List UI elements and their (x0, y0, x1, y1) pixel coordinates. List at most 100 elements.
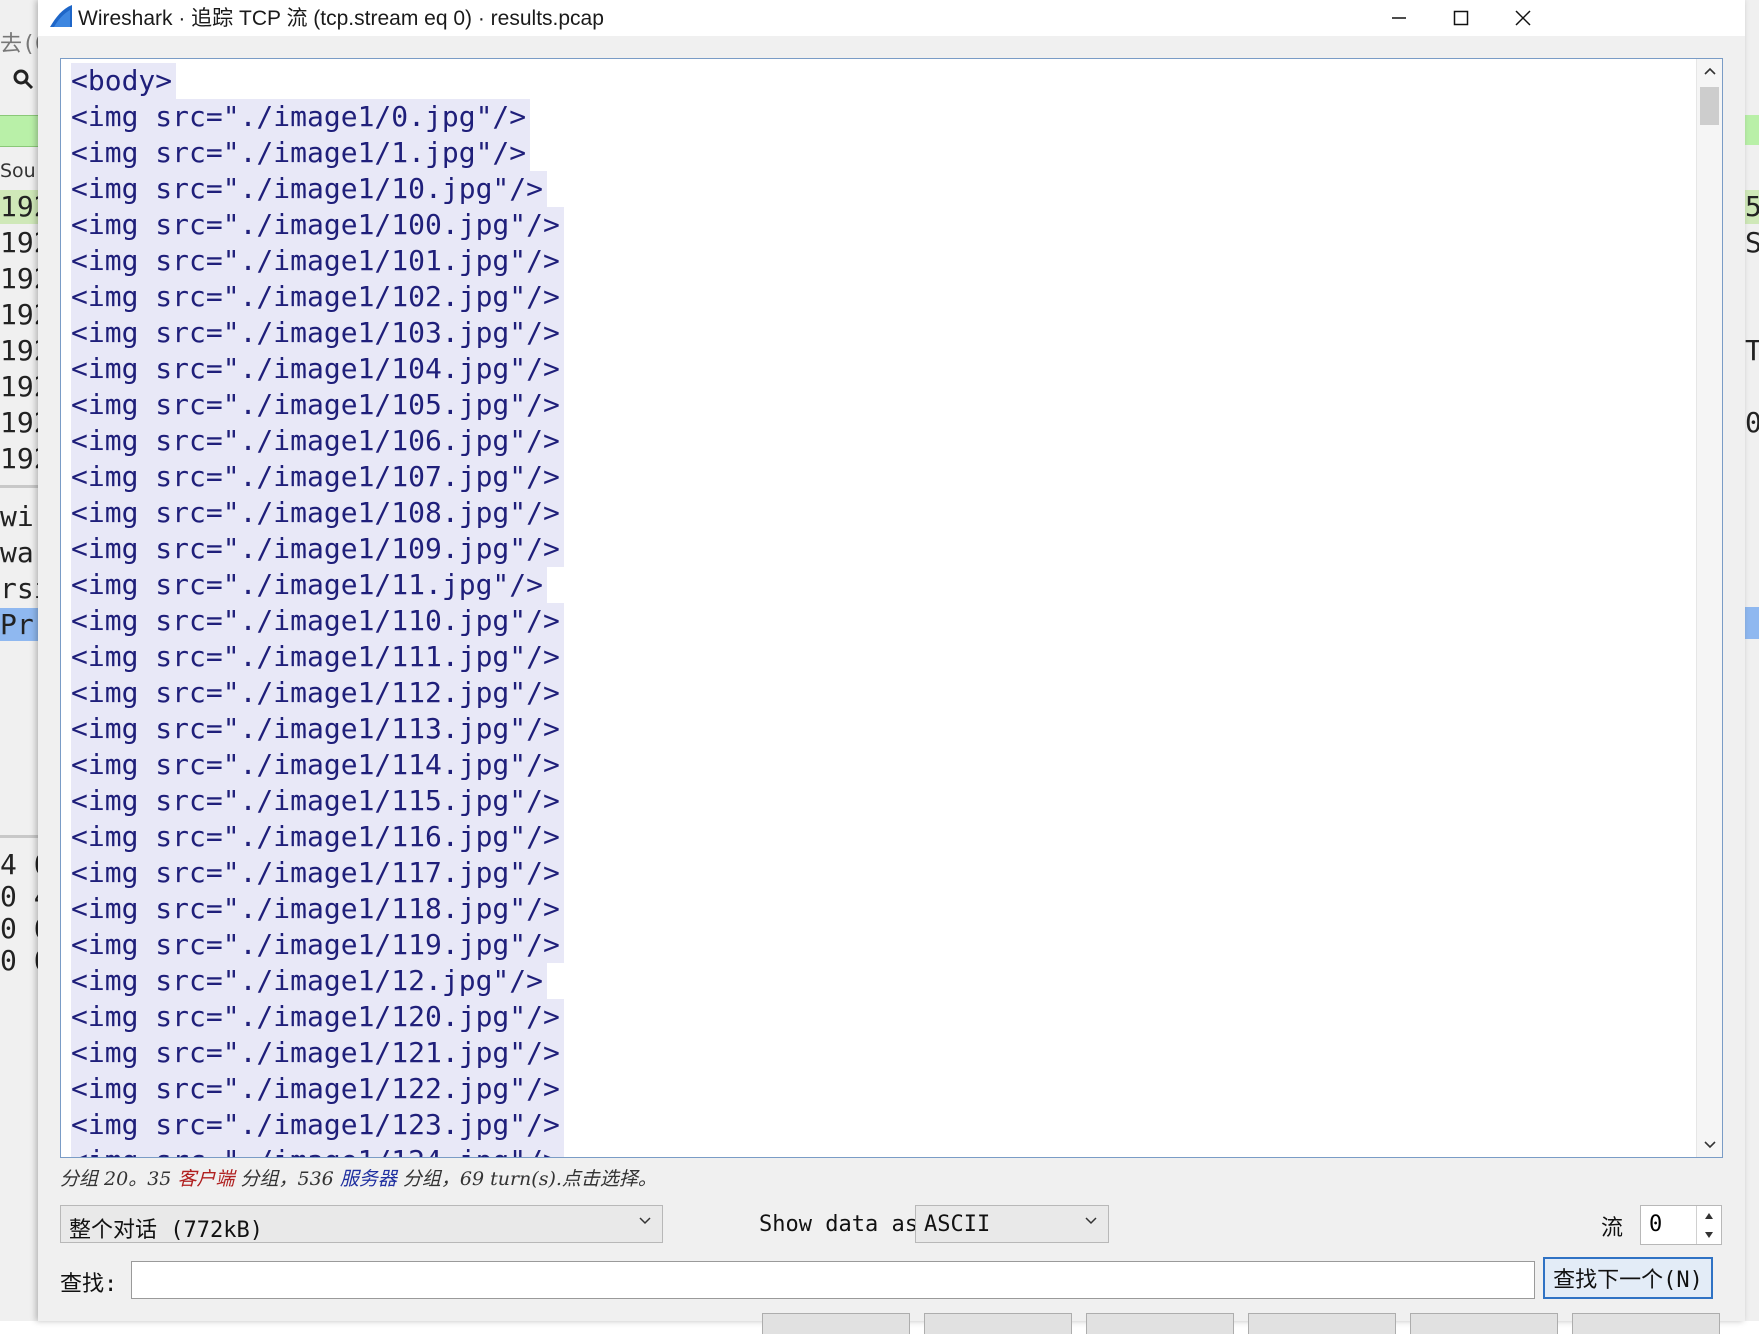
minimize-button[interactable] (1364, 0, 1434, 36)
stream-line[interactable]: <img src="./image1/106.jpg"/> (71, 423, 564, 459)
stream-line[interactable]: <img src="./image1/108.jpg"/> (71, 495, 564, 531)
stream-line[interactable]: <img src="./image1/116.jpg"/> (71, 819, 564, 855)
stream-line[interactable]: <img src="./image1/100.jpg"/> (71, 207, 564, 243)
find-label: 查找: (60, 1272, 118, 1297)
detail-tree-item[interactable]: war (0, 536, 38, 569)
find-input[interactable] (131, 1261, 1535, 1299)
stream-line[interactable]: <img src="./image1/124.jpg"/> (71, 1143, 564, 1157)
packet-row-edge: T (1745, 334, 1759, 368)
stream-line[interactable]: <img src="./image1/123.jpg"/> (71, 1107, 564, 1143)
hex-dump-line[interactable]: 0 6 (0, 912, 38, 945)
conversation-select-value: 整个对话 (772kB) (69, 1218, 263, 1243)
background-window-left: 去(G) Sou 192192192192192192192192 wiwarr… (0, 0, 38, 1321)
stream-line[interactable]: <body> (71, 63, 177, 99)
conversation-select[interactable]: 整个对话 (772kB) (60, 1205, 663, 1243)
stream-line[interactable]: <img src="./image1/104.jpg"/> (71, 351, 564, 387)
filter-bar[interactable] (0, 115, 38, 147)
stream-line[interactable]: <img src="./image1/102.jpg"/> (71, 279, 564, 315)
background-window-right: 5S T 0 (1745, 0, 1759, 1321)
bottom-button[interactable] (1572, 1313, 1720, 1334)
packet-row-edge (1745, 298, 1759, 332)
stream-line[interactable]: <img src="./image1/107.jpg"/> (71, 459, 564, 495)
pane-divider[interactable] (0, 835, 38, 838)
stream-line[interactable]: <img src="./image1/111.jpg"/> (71, 639, 564, 675)
spin-down-icon[interactable] (1697, 1225, 1721, 1244)
stream-line[interactable]: <img src="./image1/10.jpg"/> (71, 171, 548, 207)
title-bar[interactable]: Wireshark · 追踪 TCP 流 (tcp.stream eq 0) ·… (38, 0, 1745, 36)
packet-row-info: 5 (1745, 190, 1759, 223)
close-button[interactable] (1488, 0, 1558, 36)
packet-row[interactable]: 192 (0, 262, 38, 296)
column-header-source[interactable]: Sou (0, 160, 36, 182)
packet-row-edge: S (1745, 226, 1759, 260)
stream-line[interactable]: <img src="./image1/11.jpg"/> (71, 567, 548, 603)
stream-line[interactable]: <img src="./image1/114.jpg"/> (71, 747, 564, 783)
scroll-thumb[interactable] (1700, 87, 1719, 125)
scroll-down-icon[interactable] (1697, 1133, 1722, 1157)
packet-row[interactable]: 192 (0, 370, 38, 404)
stream-line[interactable]: <img src="./image1/115.jpg"/> (71, 783, 564, 819)
stream-status[interactable]: 分组 20。35 客户端 分组，536 服务器 分组，69 turn(s).点击… (60, 1164, 657, 1191)
packet-row-source: 192 (0, 370, 38, 403)
show-data-label: Show data as (759, 1212, 918, 1237)
detail-tree-item[interactable]: rsi (0, 572, 38, 605)
server-label[interactable]: 服务器 (340, 1168, 397, 1190)
spin-up-icon[interactable] (1697, 1206, 1721, 1225)
detail-tree-item[interactable]: wi (0, 500, 34, 533)
stream-line[interactable]: <img src="./image1/119.jpg"/> (71, 927, 564, 963)
stream-line[interactable]: <img src="./image1/120.jpg"/> (71, 999, 564, 1035)
hex-dump-line[interactable]: 0 4 (0, 880, 38, 913)
packet-row[interactable]: 192 (0, 298, 38, 332)
find-next-button[interactable]: 查找下一个(N) (1543, 1257, 1713, 1299)
stream-line[interactable]: <img src="./image1/105.jpg"/> (71, 387, 564, 423)
wireshark-fin-icon (48, 3, 74, 29)
packet-row[interactable]: 192 (0, 334, 38, 368)
scroll-up-icon[interactable] (1697, 59, 1722, 83)
hex-dump-line[interactable]: 0 0 (0, 944, 38, 977)
packet-row[interactable]: 192 (0, 442, 38, 476)
packet-row-info: 0 (1745, 406, 1759, 439)
packet-row-edge (1745, 442, 1759, 476)
bottom-button[interactable] (762, 1313, 910, 1334)
stream-line[interactable]: <img src="./image1/112.jpg"/> (71, 675, 564, 711)
packet-row-source: 192 (0, 226, 38, 259)
bottom-button[interactable] (1410, 1313, 1558, 1334)
detail-tree-item[interactable]: Pr (0, 608, 38, 641)
stream-text[interactable]: <body> <img src="./image1/0.jpg"/> <img sr… (71, 63, 564, 1157)
packet-row-info: T (1745, 334, 1759, 367)
packet-row[interactable]: 192 (0, 406, 38, 440)
vertical-scrollbar[interactable] (1696, 59, 1722, 1157)
hex-dump-line[interactable]: 4 0 (0, 848, 38, 881)
filter-bar-edge (1745, 115, 1759, 145)
stream-number-spinbox[interactable]: 0 (1640, 1205, 1722, 1245)
bottom-button[interactable] (1086, 1313, 1234, 1334)
stream-line[interactable]: <img src="./image1/122.jpg"/> (71, 1071, 564, 1107)
packet-row-source: 192 (0, 442, 38, 475)
maximize-button[interactable] (1426, 0, 1496, 36)
stream-line[interactable]: <img src="./image1/103.jpg"/> (71, 315, 564, 351)
stream-line[interactable]: <img src="./image1/1.jpg"/> (71, 135, 531, 171)
packet-row-source: 192 (0, 334, 38, 367)
stream-line[interactable]: <img src="./image1/12.jpg"/> (71, 963, 548, 999)
menu-fragment[interactable]: 去(G) (0, 26, 38, 58)
follow-tcp-stream-dialog: Wireshark · 追踪 TCP 流 (tcp.stream eq 0) ·… (38, 0, 1745, 1334)
stream-line[interactable]: <img src="./image1/117.jpg"/> (71, 855, 564, 891)
stream-line[interactable]: <img src="./image1/113.jpg"/> (71, 711, 564, 747)
client-label[interactable]: 客户端 (177, 1168, 234, 1190)
bottom-button[interactable] (1248, 1313, 1396, 1334)
stream-line[interactable]: <img src="./image1/121.jpg"/> (71, 1035, 564, 1071)
packet-row-edge (1745, 370, 1759, 404)
packet-row[interactable]: 192 (0, 226, 38, 260)
stream-line[interactable]: <img src="./image1/110.jpg"/> (71, 603, 564, 639)
show-data-as-select[interactable]: ASCII (915, 1205, 1109, 1243)
stream-line[interactable]: <img src="./image1/101.jpg"/> (71, 243, 564, 279)
packet-row-source: 192 (0, 298, 38, 331)
stream-line[interactable]: <img src="./image1/118.jpg"/> (71, 891, 564, 927)
pane-divider[interactable] (0, 485, 38, 488)
search-icon[interactable] (12, 68, 34, 90)
stream-content-area[interactable]: <body> <img src="./image1/0.jpg"/> <img sr… (60, 58, 1723, 1158)
packet-row[interactable]: 192 (0, 190, 38, 224)
stream-line[interactable]: <img src="./image1/109.jpg"/> (71, 531, 564, 567)
stream-line[interactable]: <img src="./image1/0.jpg"/> (71, 99, 531, 135)
bottom-button[interactable] (924, 1313, 1072, 1334)
